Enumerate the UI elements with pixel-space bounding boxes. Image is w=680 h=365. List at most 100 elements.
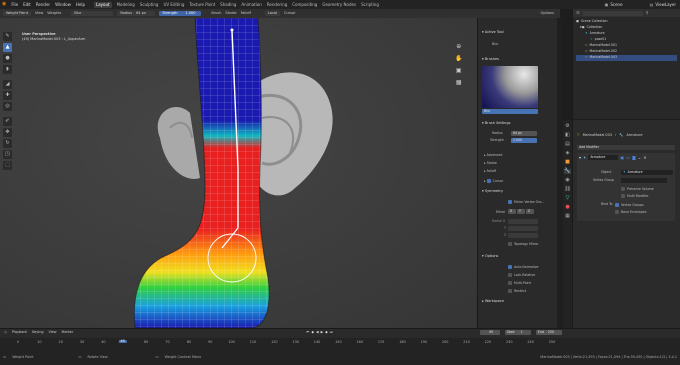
3d-viewport[interactable]: User Perspective (49) MarinaModel.003 : … — [0, 18, 477, 328]
viewport-toggle-icon[interactable]: ▭ — [626, 155, 630, 160]
topology-mirror-checkbox[interactable] — [508, 242, 512, 246]
mirror-x-button[interactable]: X — [508, 209, 516, 214]
timeline-view-menu[interactable]: View — [49, 330, 57, 334]
cursor-menu[interactable]: Cursor — [284, 11, 296, 16]
multi-paint-checkbox[interactable] — [508, 281, 512, 285]
physics-tab-icon[interactable]: ◉ — [565, 178, 569, 183]
strength-field[interactable]: Strength 1.000 — [159, 10, 202, 17]
radial-x-field[interactable] — [508, 219, 538, 224]
end-frame-field[interactable]: End 250 — [535, 330, 562, 335]
scene-selector[interactable]: ▣ Scene — [605, 2, 623, 7]
multi-modifier-option[interactable]: Multi Modifier — [621, 194, 649, 198]
menu-render[interactable]: Render — [36, 2, 50, 7]
brush-name-field[interactable]: Blur — [482, 109, 538, 114]
advanced-subpanel[interactable]: ▸ Advanced — [484, 153, 502, 157]
expand-icon[interactable]: ▾ — [579, 155, 581, 160]
falloff-menu[interactable]: Falloff — [241, 11, 251, 16]
weights-menu[interactable]: Weights — [47, 11, 61, 16]
modifier-name-field[interactable]: Armature — [588, 155, 619, 160]
workspace-header[interactable]: ▸ Workspace — [482, 299, 504, 304]
tool-tab-icon[interactable]: ⚙ — [565, 124, 569, 129]
modifier-tab-icon[interactable]: 🔧 — [564, 169, 571, 174]
camera-icon[interactable]: ▣ — [456, 68, 462, 74]
next-key-icon[interactable]: ◆ — [325, 330, 328, 334]
stroke-subpanel[interactable]: ▸ Stroke — [484, 161, 497, 165]
render-tab-icon[interactable]: ◧ — [565, 133, 570, 138]
options-menu[interactable]: Options — [540, 11, 554, 16]
lock-relative-checkbox[interactable] — [508, 273, 512, 277]
mode-selector[interactable]: Weight Paint — [3, 10, 31, 17]
tab-uv-editing[interactable]: UV Editing — [163, 2, 184, 7]
playhead[interactable]: 49 — [118, 339, 127, 344]
add-modifier-button[interactable]: Add Modifier — [577, 145, 675, 150]
menu-window[interactable]: Window — [55, 2, 71, 7]
outliner-search-input[interactable] — [582, 10, 643, 16]
grid-icon[interactable]: ▦ — [456, 80, 462, 86]
mirror-vertex-groups-option[interactable]: Mirror Vertex Gro... — [508, 200, 544, 204]
tab-rendering[interactable]: Rendering — [267, 2, 287, 7]
marker-menu[interactable]: Marker — [62, 330, 74, 334]
cursor-subpanel[interactable]: ▸ Cursor — [484, 179, 503, 183]
object-tab-icon[interactable]: ■ — [565, 160, 570, 165]
mirror-vg-checkbox[interactable] — [508, 200, 512, 204]
bone-envelopes-option[interactable]: Bone Envelopes — [615, 210, 647, 214]
play-reverse-icon[interactable]: ◀ — [316, 330, 319, 334]
transform-tool-icon[interactable]: ⬚ — [3, 161, 12, 170]
preserve-volume-option[interactable]: Preserve Volume — [621, 187, 654, 191]
close-icon[interactable]: ✕ — [643, 155, 646, 160]
navigation-gizmo[interactable]: ⊕ ✋ ▣ ▦ — [455, 44, 462, 86]
tab-texture-paint[interactable]: Texture Paint — [189, 2, 215, 7]
data-tab-icon[interactable]: ▽ — [566, 196, 570, 201]
current-frame-field[interactable]: 49 — [479, 330, 500, 335]
editor-type-icon[interactable]: ◷ — [4, 330, 7, 334]
outliner-display-icon[interactable]: ☰ — [576, 11, 580, 15]
pan-hand-icon[interactable]: ✋ — [455, 56, 462, 62]
sample-group-icon[interactable]: ◎ — [3, 102, 12, 111]
multi-modifier-checkbox[interactable] — [621, 194, 625, 198]
restrict-checkbox[interactable] — [508, 289, 512, 293]
cursor-checkbox[interactable] — [486, 179, 491, 183]
zoom-icon[interactable]: ⊕ — [456, 44, 461, 50]
move-tool-icon[interactable]: ✥ — [3, 128, 12, 137]
mirror-z-button[interactable]: Z — [526, 209, 534, 214]
strength-setting-field[interactable]: 1.000 — [511, 138, 537, 143]
object-field[interactable]: ✦ Armature — [621, 170, 673, 175]
vertex-group-field[interactable] — [621, 178, 667, 183]
radial-z-field[interactable] — [508, 233, 538, 238]
transform-orientation[interactable]: Local — [264, 10, 280, 17]
jump-start-icon[interactable]: ⏮ — [306, 330, 309, 334]
editmode-toggle-icon[interactable]: ▣ — [620, 155, 624, 160]
rotate-tool-icon[interactable]: ↻ — [3, 139, 12, 148]
auto-normalize-option[interactable]: Auto Normalize — [508, 265, 538, 269]
bone-envelopes-checkbox[interactable] — [615, 210, 619, 214]
smear-tool-icon[interactable]: ◗ — [3, 65, 12, 74]
mirror-y-button[interactable]: Y — [517, 209, 525, 214]
stroke-menu[interactable]: Stroke — [225, 11, 236, 16]
blender-logo-icon[interactable]: ◉ — [2, 2, 6, 7]
tab-sculpting[interactable]: Sculpting — [140, 2, 159, 7]
brush-selector[interactable]: Blur — [71, 10, 114, 17]
menu-file[interactable]: File — [11, 2, 18, 7]
tab-shading[interactable]: Shading — [220, 2, 236, 7]
brush-preview[interactable] — [482, 66, 538, 108]
restrict-option[interactable]: Restrict — [508, 289, 526, 293]
radius-field[interactable]: Radius 64 px — [117, 10, 156, 17]
menu-edit[interactable]: Edit — [23, 2, 31, 7]
symmetry-header[interactable]: ▾ Symmetry — [482, 189, 503, 194]
texture-tab-icon[interactable]: ▦ — [565, 214, 570, 219]
active-tool-header[interactable]: ▾ Active Tool — [482, 30, 504, 35]
brushes-header[interactable]: ▾ Brushes — [482, 57, 499, 62]
output-tab-icon[interactable]: ▤ — [565, 142, 570, 147]
dropdown-icon[interactable]: ⌄ — [638, 155, 641, 160]
brush-menu[interactable]: Brush — [211, 11, 221, 16]
draw-tool-icon[interactable]: ✎ — [3, 32, 12, 41]
play-icon[interactable]: ▶ — [321, 330, 324, 334]
constraint-tab-icon[interactable]: ⛓ — [564, 187, 570, 192]
scene-tab-icon[interactable]: ◈ — [566, 151, 570, 156]
preserve-volume-checkbox[interactable] — [621, 187, 625, 191]
multi-paint-option[interactable]: Multi-Paint — [508, 281, 531, 285]
vertex-groups-checkbox[interactable] — [615, 203, 619, 207]
start-frame-field[interactable]: Start 1 — [504, 330, 531, 335]
average-tool-icon[interactable]: ● — [3, 54, 12, 63]
tab-scripting[interactable]: Scripting — [361, 2, 379, 7]
